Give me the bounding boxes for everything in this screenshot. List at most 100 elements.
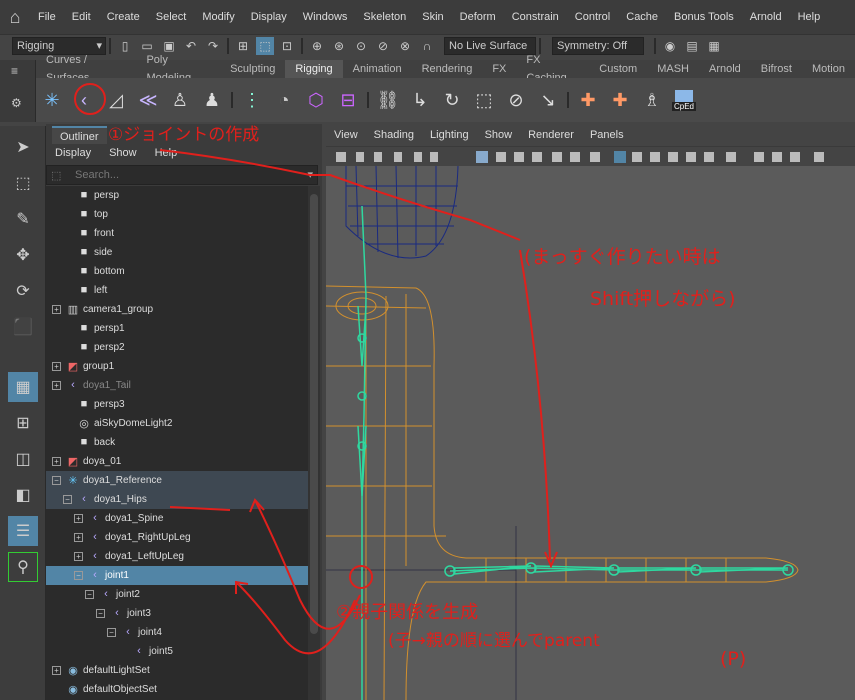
snap-grid-icon[interactable]: ⊕ (308, 37, 326, 55)
select-tool-icon[interactable]: ➤ (8, 132, 38, 162)
snap-surface-icon[interactable]: ⊗ (396, 37, 414, 55)
scale-constraint-icon[interactable]: ⬚ (469, 85, 499, 115)
menu-item-control[interactable]: Control (567, 11, 618, 23)
search-icon[interactable]: ⚲ (8, 552, 38, 582)
smooth-shade-icon[interactable] (632, 152, 642, 162)
gate-icon[interactable] (430, 152, 438, 162)
orient-constraint-icon[interactable]: ↻ (437, 85, 467, 115)
menu-item-deform[interactable]: Deform (452, 11, 504, 23)
motion-blur-icon[interactable] (814, 152, 824, 162)
outliner-row[interactable]: ■ left (46, 281, 308, 300)
layout-two-icon[interactable]: ◫ (8, 444, 38, 474)
expand-icon[interactable]: + (52, 666, 61, 675)
cluster-icon[interactable]: ⊟ (333, 85, 363, 115)
viewport-menu-panels[interactable]: Panels (582, 129, 632, 141)
layout-side-icon[interactable]: ◧ (8, 480, 38, 510)
parent-constraint-icon[interactable]: ⛓ (373, 85, 403, 115)
outliner-row[interactable]: ■ persp2 (46, 338, 308, 357)
outliner-row[interactable]: + ‹ doya1_Tail (46, 376, 308, 395)
paint-select-icon[interactable]: ✎ (8, 204, 38, 234)
shelf-tab-motion[interactable]: Motion (802, 60, 855, 78)
viewport-menu-show[interactable]: Show (477, 129, 521, 141)
outliner-row[interactable]: ■ bottom (46, 262, 308, 281)
home-icon[interactable]: ⌂ (0, 7, 30, 28)
expand-icon[interactable]: + (74, 533, 83, 542)
shelf-tab-rigging[interactable]: Rigging (285, 60, 343, 78)
outliner-row[interactable]: ■ top (46, 205, 308, 224)
add-influence-icon[interactable]: ✚ (573, 85, 603, 115)
cped-button[interactable]: CpEd (669, 85, 699, 115)
pole-vector-icon[interactable]: ↘ (533, 85, 563, 115)
shelf-tab-arnold[interactable]: Arnold (699, 60, 751, 78)
ik-handle-icon[interactable]: ◿ (101, 85, 131, 115)
uv-icon[interactable] (414, 152, 422, 162)
outliner-layout-icon[interactable]: ☰ (8, 516, 38, 546)
menu-item-skin[interactable]: Skin (414, 11, 451, 23)
outliner-row[interactable]: − ✳ doya1_Reference (46, 471, 308, 490)
menu-item-create[interactable]: Create (99, 11, 148, 23)
shelf-menu-icon[interactable]: ≡ (11, 64, 18, 78)
outliner-row[interactable]: − ‹ joint1 (46, 566, 308, 585)
expand-icon[interactable]: + (74, 514, 83, 523)
menu-item-help[interactable]: Help (790, 11, 829, 23)
outliner-row[interactable]: + ‹ doya1_RightUpLeg (46, 528, 308, 547)
outliner-row[interactable]: − ‹ joint2 (46, 585, 308, 604)
outliner-row[interactable]: + ‹ doya1_LeftUpLeg (46, 547, 308, 566)
collapse-icon[interactable]: − (74, 571, 83, 580)
search-input[interactable]: Search... (75, 169, 119, 181)
menu-item-cache[interactable]: Cache (618, 11, 666, 23)
outliner-row[interactable]: ◎ aiSkyDomeLight2 (46, 414, 308, 433)
collapse-icon[interactable]: − (96, 609, 105, 618)
isolate-icon[interactable] (726, 152, 736, 162)
scale-tool-icon[interactable]: ⬛ (8, 312, 38, 342)
safe-title-icon[interactable] (570, 152, 580, 162)
ik-spline-icon[interactable]: ≪ (133, 85, 163, 115)
menu-item-select[interactable]: Select (148, 11, 195, 23)
shelf-tab-sculpting[interactable]: Sculpting (220, 60, 285, 78)
outliner-menu-help[interactable]: Help (146, 147, 187, 159)
safe-action-icon[interactable] (532, 152, 542, 162)
select-object-icon[interactable]: ⬚ (256, 36, 274, 55)
menu-item-display[interactable]: Display (243, 11, 295, 23)
expand-icon[interactable]: + (74, 552, 83, 561)
bind-skin-icon[interactable]: ⋮ (237, 85, 267, 115)
xray-icon[interactable] (754, 152, 764, 162)
lighting-icon[interactable] (686, 152, 696, 162)
outliner-row[interactable]: ‹ joint5 (46, 642, 308, 661)
mirror-joint-icon[interactable]: ✚ (605, 85, 635, 115)
gear-icon[interactable]: ⚙ (11, 96, 22, 110)
render-icon[interactable]: ▤ (683, 37, 701, 55)
outliner-row[interactable]: + ◩ doya_01 (46, 452, 308, 471)
frame-icon[interactable] (590, 152, 600, 162)
outliner-menu-display[interactable]: Display (46, 147, 100, 159)
outliner-row[interactable]: ■ persp1 (46, 319, 308, 338)
select-hierarchy-icon[interactable]: ⊞ (234, 37, 252, 55)
aim-constraint-icon[interactable]: ⊘ (501, 85, 531, 115)
scrollbar-thumb[interactable] (310, 194, 318, 634)
outliner-row[interactable]: ■ front (46, 224, 308, 243)
viewport-menu-shading[interactable]: Shading (366, 129, 422, 141)
menu-item-bonus-tools[interactable]: Bonus Tools (666, 11, 742, 23)
chevron-down-icon[interactable]: ▾ (307, 168, 313, 181)
shelf-tab-fx[interactable]: FX (482, 60, 516, 78)
viewport-menu-view[interactable]: View (326, 129, 366, 141)
character-icon[interactable]: ♗ (637, 85, 667, 115)
snap-point-icon[interactable]: ⊙ (352, 37, 370, 55)
menu-item-skeleton[interactable]: Skeleton (355, 11, 414, 23)
shelf-tab-mash[interactable]: MASH (647, 60, 699, 78)
menu-item-modify[interactable]: Modify (194, 11, 242, 23)
render-view-icon[interactable]: ◉ (661, 37, 679, 55)
film-gate-icon[interactable] (496, 152, 506, 162)
menu-item-constrain[interactable]: Constrain (504, 11, 567, 23)
resolution-gate-icon[interactable] (514, 152, 524, 162)
quick-rig-icon[interactable]: ♙ (165, 85, 195, 115)
camera-icon[interactable] (336, 152, 346, 162)
image-plane-icon[interactable] (374, 152, 382, 162)
outliner-row[interactable]: ■ side (46, 243, 308, 262)
layout-four-icon[interactable]: ⊞ (8, 408, 38, 438)
field-chart-icon[interactable] (552, 152, 562, 162)
outliner-row[interactable]: + ‹ doya1_Spine (46, 509, 308, 528)
tail-joint-chain[interactable] (444, 562, 794, 577)
textured-icon[interactable] (668, 152, 678, 162)
viewport-menu-renderer[interactable]: Renderer (520, 129, 582, 141)
